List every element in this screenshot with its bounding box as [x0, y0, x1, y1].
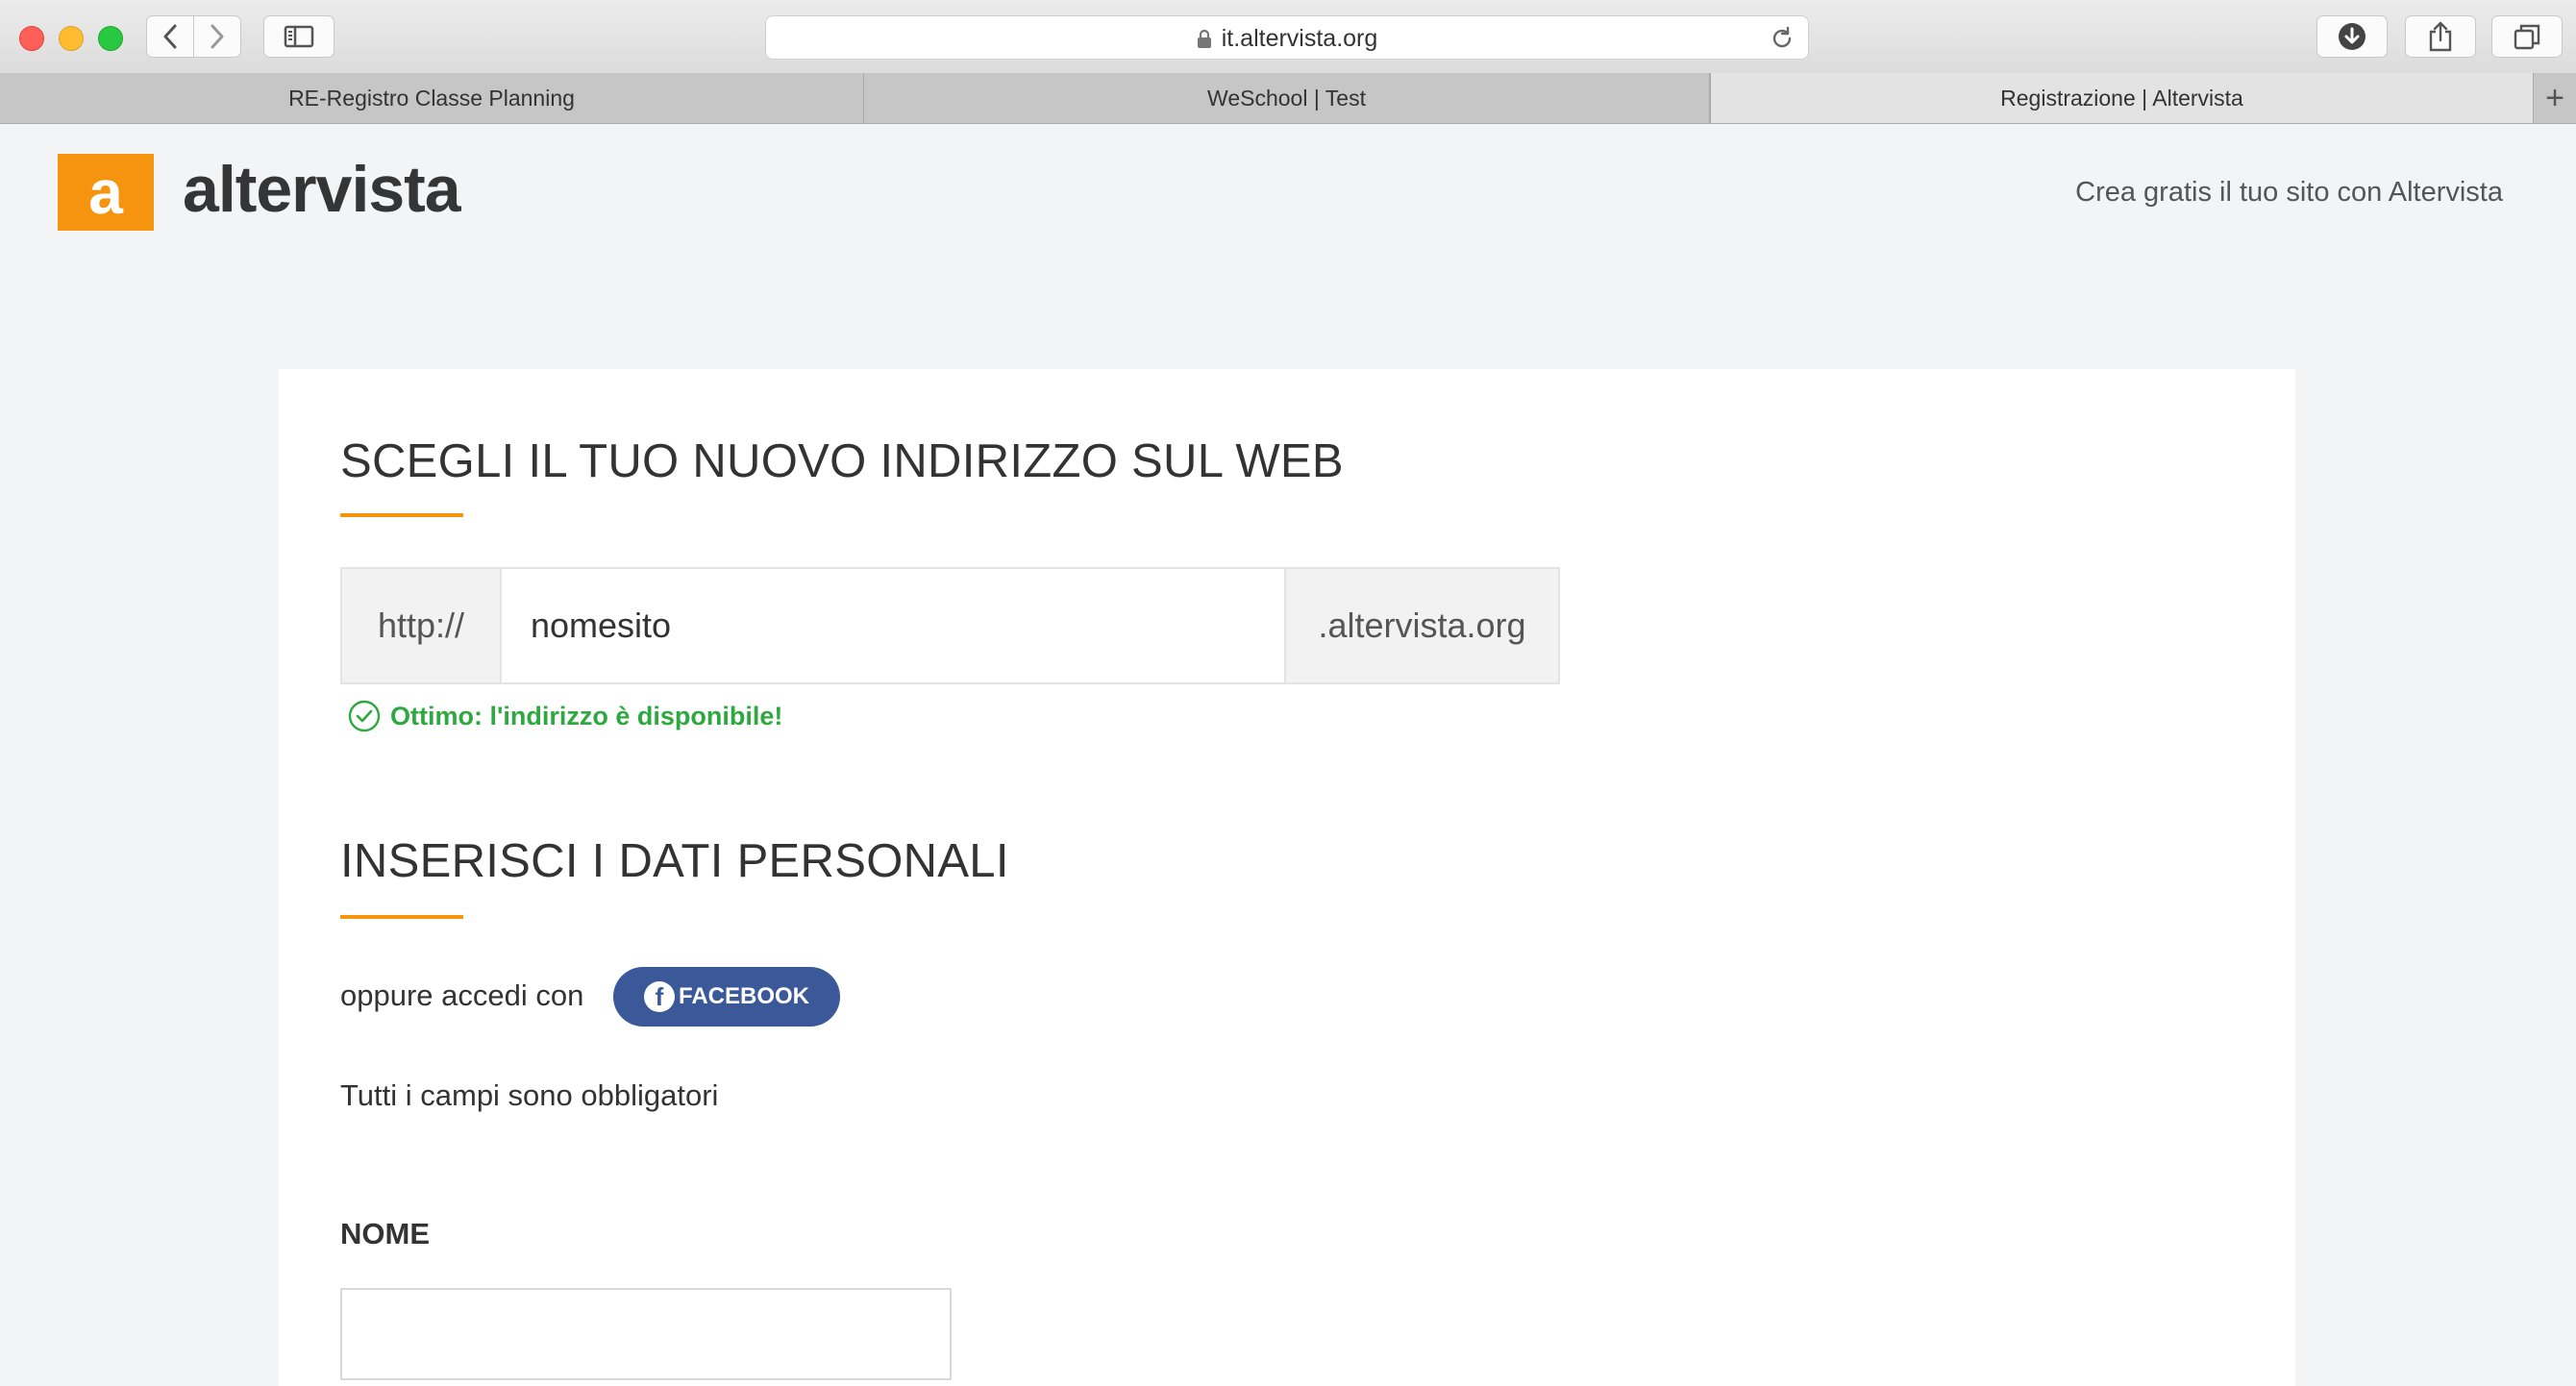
lock-icon	[1197, 29, 1211, 48]
availability-status: Ottimo: l'indirizzo è disponibile!	[348, 700, 782, 732]
site-address-group: http:// .altervista.org	[340, 567, 1560, 684]
forward-button[interactable]	[193, 15, 241, 58]
address-section-title: SCEGLI IL TUO NUOVO INDIRIZZO SUL WEB	[340, 435, 1344, 487]
section-title-underline	[340, 513, 463, 517]
chevron-left-icon	[163, 24, 177, 49]
name-label: NOME	[340, 1217, 430, 1250]
altervista-logo-mark[interactable]: a	[58, 154, 154, 231]
address-bar-url: it.altervista.org	[1221, 25, 1378, 52]
tabs-overview-icon	[2514, 24, 2540, 50]
check-circle-icon	[348, 700, 381, 732]
browser-toolbar: it.altervista.org	[0, 0, 2576, 74]
close-window-button[interactable]	[19, 26, 44, 51]
tab-registro[interactable]: RE-Registro Classe Planning	[0, 73, 864, 123]
availability-status-text: Ottimo: l'indirizzo è disponibile!	[390, 701, 783, 730]
facebook-icon: f	[643, 981, 675, 1012]
personal-section-title: INSERISCI I DATI PERSONALI	[340, 835, 1009, 887]
altervista-logo-text[interactable]: altervista	[183, 152, 461, 227]
tab-bar: RE-Registro Classe Planning WeSchool | T…	[0, 73, 2576, 124]
reload-icon[interactable]	[1770, 26, 1795, 51]
address-bar[interactable]: it.altervista.org	[765, 15, 1809, 60]
site-name-input[interactable]	[502, 569, 1284, 682]
registration-card: SCEGLI IL TUO NUOVO INDIRIZZO SUL WEB ht…	[279, 369, 2295, 1386]
header-tagline: Crea gratis il tuo sito con Altervista	[2075, 177, 2503, 208]
back-button[interactable]	[146, 15, 194, 58]
share-icon	[2429, 21, 2452, 52]
required-fields-note: Tutti i campi sono obbligatori	[340, 1078, 719, 1112]
plus-icon: +	[2545, 79, 2564, 116]
downloads-button[interactable]	[2316, 15, 2388, 58]
url-prefix: http://	[342, 569, 502, 682]
tab-weschool[interactable]: WeSchool | Test	[864, 73, 1710, 123]
section-title-underline	[340, 915, 463, 919]
show-tabs-button[interactable]	[2491, 15, 2563, 58]
tab-label: RE-Registro Classe Planning	[288, 85, 575, 111]
url-suffix: .altervista.org	[1284, 569, 1558, 682]
tab-label: Registrazione | Altervista	[2000, 85, 2243, 111]
or-login-text: oppure accedi con	[340, 978, 584, 1012]
facebook-login-label: FACEBOOK	[678, 983, 809, 1009]
new-tab-button[interactable]: +	[2534, 73, 2576, 123]
logo-letter: a	[88, 158, 123, 227]
chevron-right-icon	[211, 24, 224, 49]
sidebar-toggle-button[interactable]	[263, 15, 334, 58]
fullscreen-window-button[interactable]	[98, 26, 123, 51]
download-icon	[2339, 23, 2365, 50]
tab-registrazione-altervista[interactable]: Registrazione | Altervista	[1710, 73, 2534, 123]
sidebar-icon	[284, 25, 314, 48]
name-input[interactable]	[340, 1288, 952, 1380]
facebook-login-button[interactable]: f FACEBOOK	[613, 967, 840, 1027]
tab-label: WeSchool | Test	[1207, 85, 1366, 111]
minimize-window-button[interactable]	[59, 26, 84, 51]
share-button[interactable]	[2405, 15, 2476, 58]
